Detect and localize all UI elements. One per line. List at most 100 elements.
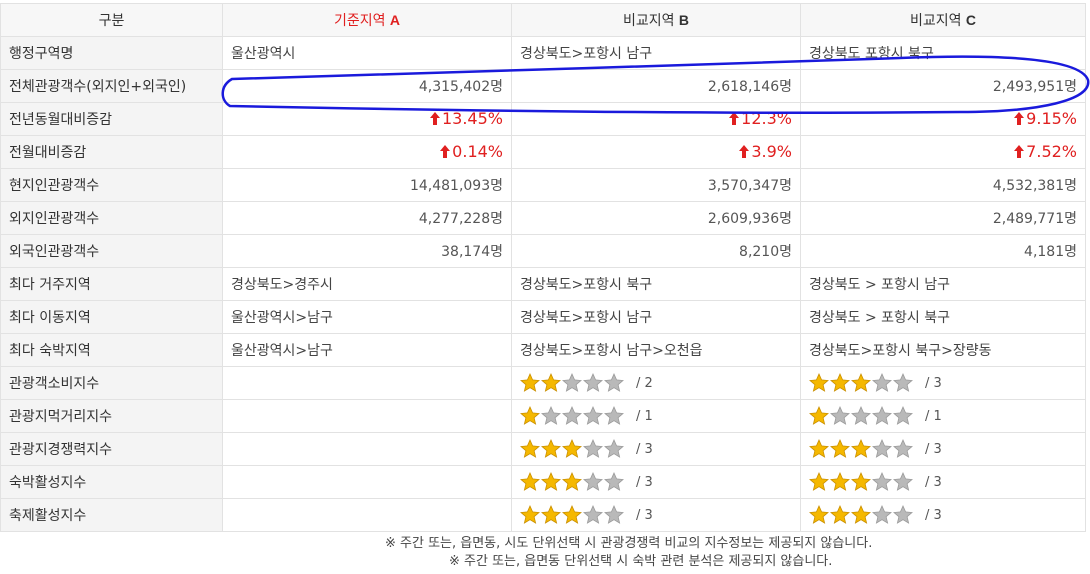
header-category: 구분 (0, 3, 223, 37)
star-empty-icon (851, 406, 871, 426)
rating-score: / 1 (636, 408, 653, 424)
rating-score: / 3 (925, 507, 942, 523)
row-label: 외국인관광객수 (0, 234, 223, 268)
star-empty-icon (872, 373, 892, 393)
cell-a (222, 366, 512, 400)
star-rating (520, 406, 624, 426)
star-empty-icon (604, 472, 624, 492)
cell-c: 4,181명 (800, 234, 1086, 268)
star-filled-icon (809, 505, 829, 525)
up-arrow-icon (1014, 143, 1025, 162)
rating-score: / 3 (636, 474, 653, 490)
table-row-total: 전체관광객수(외지인+외국인) 4,315,402명 2,618,146명 2,… (0, 69, 1086, 103)
star-empty-icon (604, 406, 624, 426)
star-empty-icon (541, 406, 561, 426)
header-base-region-a: 기준지역 A (222, 3, 512, 37)
cell-a: 0.14% (222, 135, 512, 169)
cell-b: / 2 (511, 366, 801, 400)
cell-a: 울산광역시>남구 (222, 333, 512, 367)
rating-score: / 3 (636, 441, 653, 457)
star-rating (520, 373, 624, 393)
row-label: 현지인관광객수 (0, 168, 223, 202)
table-row-residence: 최다 거주지역 경상북도>경주시 경상북도>포항시 북구 경상북도 > 포항시 … (0, 267, 1086, 301)
table-row-index: 축제활성지수 / 3 / 3 (0, 498, 1086, 532)
cell-b: 3,570,347명 (511, 168, 801, 202)
star-filled-icon (541, 472, 561, 492)
star-filled-icon (562, 472, 582, 492)
star-empty-icon (604, 439, 624, 459)
row-label: 외지인관광객수 (0, 201, 223, 235)
star-rating (809, 373, 913, 393)
star-empty-icon (872, 505, 892, 525)
cell-c: / 3 (800, 366, 1086, 400)
star-empty-icon (893, 505, 913, 525)
star-filled-icon (520, 505, 540, 525)
footnote-index: ※ 주간 또는, 읍면동, 시도 단위선택 시 관광경쟁력 비교의 지수정보는 … (385, 536, 873, 551)
cell-b: 2,609,936명 (511, 201, 801, 235)
footnote-lodging: ※ 주간 또는, 읍면동 단위선택 시 숙박 관련 분석은 제공되지 않습니다. (449, 554, 833, 569)
star-filled-icon (809, 439, 829, 459)
cell-b: 8,210명 (511, 234, 801, 268)
star-filled-icon (809, 472, 829, 492)
table-row-local: 현지인관광객수 14,481,093명 3,570,347명 4,532,381… (0, 168, 1086, 202)
row-label: 축제활성지수 (0, 498, 223, 532)
cell-a: 경상북도>경주시 (222, 267, 512, 301)
star-empty-icon (893, 439, 913, 459)
table-row-foreign: 외국인관광객수 38,174명 8,210명 4,181명 (0, 234, 1086, 268)
cell-b: / 3 (511, 465, 801, 499)
star-filled-icon (520, 406, 540, 426)
star-empty-icon (604, 373, 624, 393)
row-label: 전월대비증감 (0, 135, 223, 169)
footnotes: ※ 주간 또는, 읍면동, 시도 단위선택 시 관광경쟁력 비교의 지수정보는 … (0, 535, 1085, 571)
star-empty-icon (872, 406, 892, 426)
cell-b: / 1 (511, 399, 801, 433)
row-label: 관광객소비지수 (0, 366, 223, 400)
row-label: 행정구역명 (0, 36, 223, 70)
star-filled-icon (851, 505, 871, 525)
star-rating (520, 472, 624, 492)
table-row-outside: 외지인관광객수 4,277,228명 2,609,936명 2,489,771명 (0, 201, 1086, 235)
star-filled-icon (809, 406, 829, 426)
cell-b: 경상북도>포항시 남구 (511, 36, 801, 70)
star-filled-icon (520, 373, 540, 393)
cell-b: 12.3% (511, 102, 801, 136)
cell-b: 경상북도>포항시 북구 (511, 267, 801, 301)
cell-c: 경상북도 > 포항시 북구 (800, 300, 1086, 334)
star-filled-icon (562, 439, 582, 459)
star-empty-icon (893, 406, 913, 426)
table-row-yoy: 전년동월대비증감 13.45% 12.3% 9.15% (0, 102, 1086, 136)
star-empty-icon (583, 439, 603, 459)
star-rating (520, 505, 624, 525)
cell-c: 경상북도 포항시 북구 (800, 36, 1086, 70)
star-empty-icon (893, 373, 913, 393)
cell-a: 울산광역시>남구 (222, 300, 512, 334)
comparison-table: 구분 기준지역 A 비교지역 B 비교지역 C 행정구역명 울산광역시 경상북도… (0, 3, 1086, 532)
rating-score: / 2 (636, 375, 653, 391)
cell-c: 4,532,381명 (800, 168, 1086, 202)
star-empty-icon (604, 505, 624, 525)
star-filled-icon (851, 373, 871, 393)
star-rating (809, 472, 913, 492)
star-filled-icon (520, 472, 540, 492)
cell-a (222, 465, 512, 499)
row-label: 숙박활성지수 (0, 465, 223, 499)
row-label: 관광지먹거리지수 (0, 399, 223, 433)
star-filled-icon (851, 472, 871, 492)
cell-c: 경상북도 > 포항시 남구 (800, 267, 1086, 301)
star-rating (809, 439, 913, 459)
star-empty-icon (872, 439, 892, 459)
cell-a: 14,481,093명 (222, 168, 512, 202)
star-filled-icon (830, 505, 850, 525)
cell-c: / 1 (800, 399, 1086, 433)
star-empty-icon (872, 472, 892, 492)
star-filled-icon (520, 439, 540, 459)
up-arrow-icon (729, 110, 740, 129)
cell-b: 3.9% (511, 135, 801, 169)
cell-a: 4,315,402명 (222, 69, 512, 103)
star-empty-icon (583, 472, 603, 492)
star-filled-icon (809, 373, 829, 393)
header-compare-region-c: 비교지역 C (800, 3, 1086, 37)
table-row-admin: 행정구역명 울산광역시 경상북도>포항시 남구 경상북도 포항시 북구 (0, 36, 1086, 70)
star-empty-icon (583, 406, 603, 426)
rating-score: / 3 (636, 507, 653, 523)
